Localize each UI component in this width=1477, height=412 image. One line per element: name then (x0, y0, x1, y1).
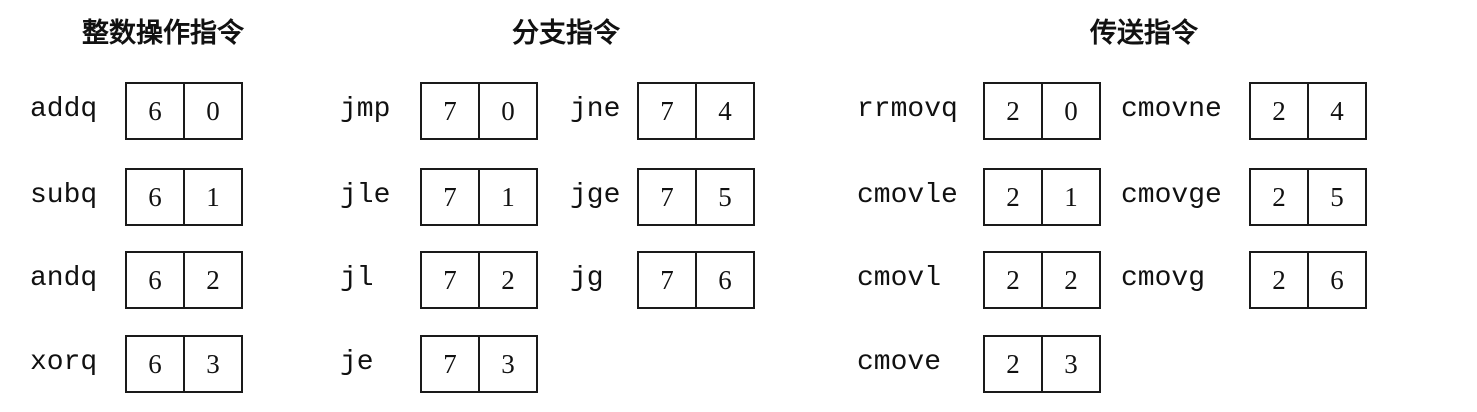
mnemonic-label: cmovge (1121, 180, 1222, 211)
encoding-box: 7 6 (637, 251, 755, 309)
mnemonic-label: jle (340, 180, 391, 211)
branch-heading: 分支指令 (512, 18, 620, 49)
icode-cell: 2 (985, 253, 1043, 307)
ifun-cell: 1 (501, 182, 515, 212)
encoding-box: 7 4 (637, 82, 755, 140)
icode-cell: 2 (985, 337, 1043, 391)
mnemonic-label: jge (570, 180, 621, 211)
icode-cell: 6 (127, 170, 185, 224)
encoding-box: 6 1 (125, 168, 243, 226)
icode-cell: 2 (985, 170, 1043, 224)
icode-cell: 7 (422, 253, 480, 307)
encoding-box: 2 4 (1249, 82, 1367, 140)
ifun-cell: 4 (1330, 96, 1344, 126)
encoding-box: 7 0 (420, 82, 538, 140)
icode-cell: 7 (422, 337, 480, 391)
mnemonic-label: cmovne (1121, 94, 1222, 125)
icode-cell: 6 (127, 84, 185, 138)
mnemonic-label: jne (570, 94, 621, 125)
ifun-cell: 1 (206, 182, 220, 212)
icode-cell: 6 (127, 253, 185, 307)
ifun-cell: 5 (1330, 182, 1344, 212)
mnemonic-label: jl (340, 263, 374, 294)
encoding-box: 6 3 (125, 335, 243, 393)
encoding-box: 7 3 (420, 335, 538, 393)
mnemonic-label: cmove (857, 347, 942, 378)
mnemonic-label: je (340, 347, 374, 378)
icode-cell: 7 (422, 170, 480, 224)
move-heading: 传送指令 (1090, 18, 1198, 49)
icode-cell: 7 (422, 84, 480, 138)
icode-cell: 7 (639, 170, 697, 224)
mnemonic-label: jmp (340, 94, 391, 125)
icode-cell: 2 (1251, 84, 1309, 138)
icode-cell: 6 (127, 337, 185, 391)
ifun-cell: 6 (1330, 265, 1344, 295)
encoding-box: 2 3 (983, 335, 1101, 393)
ifun-cell: 3 (501, 349, 515, 379)
encoding-box: 7 1 (420, 168, 538, 226)
encoding-box: 6 2 (125, 251, 243, 309)
encoding-box: 2 1 (983, 168, 1101, 226)
icode-cell: 7 (639, 84, 697, 138)
mnemonic-label: xorq (30, 347, 98, 378)
mnemonic-label: addq (30, 94, 98, 125)
encoding-box: 2 2 (983, 251, 1101, 309)
ifun-cell: 6 (718, 265, 732, 295)
integer-ops-heading: 整数操作指令 (82, 18, 244, 49)
icode-cell: 2 (985, 84, 1043, 138)
ifun-cell: 2 (501, 265, 515, 295)
encoding-box: 2 6 (1249, 251, 1367, 309)
ifun-cell: 2 (1064, 265, 1078, 295)
mnemonic-label: andq (30, 263, 98, 294)
encoding-box: 2 5 (1249, 168, 1367, 226)
icode-cell: 2 (1251, 170, 1309, 224)
icode-cell: 7 (639, 253, 697, 307)
ifun-cell: 4 (718, 96, 732, 126)
ifun-cell: 1 (1064, 182, 1078, 212)
encoding-box: 2 0 (983, 82, 1101, 140)
mnemonic-label: subq (30, 180, 98, 211)
mnemonic-label: cmovle (857, 180, 958, 211)
ifun-cell: 2 (206, 265, 220, 295)
mnemonic-label: rrmovq (857, 94, 958, 125)
mnemonic-label: jg (570, 263, 604, 294)
encoding-box: 7 2 (420, 251, 538, 309)
ifun-cell: 3 (206, 349, 220, 379)
ifun-cell: 0 (1064, 96, 1078, 126)
mnemonic-label: cmovl (857, 263, 942, 294)
mnemonic-label: cmovg (1121, 263, 1206, 294)
ifun-cell: 0 (501, 96, 515, 126)
encoding-box: 7 5 (637, 168, 755, 226)
ifun-cell: 3 (1064, 349, 1078, 379)
encoding-box: 6 0 (125, 82, 243, 140)
ifun-cell: 5 (718, 182, 732, 212)
ifun-cell: 0 (206, 96, 220, 126)
icode-cell: 2 (1251, 253, 1309, 307)
